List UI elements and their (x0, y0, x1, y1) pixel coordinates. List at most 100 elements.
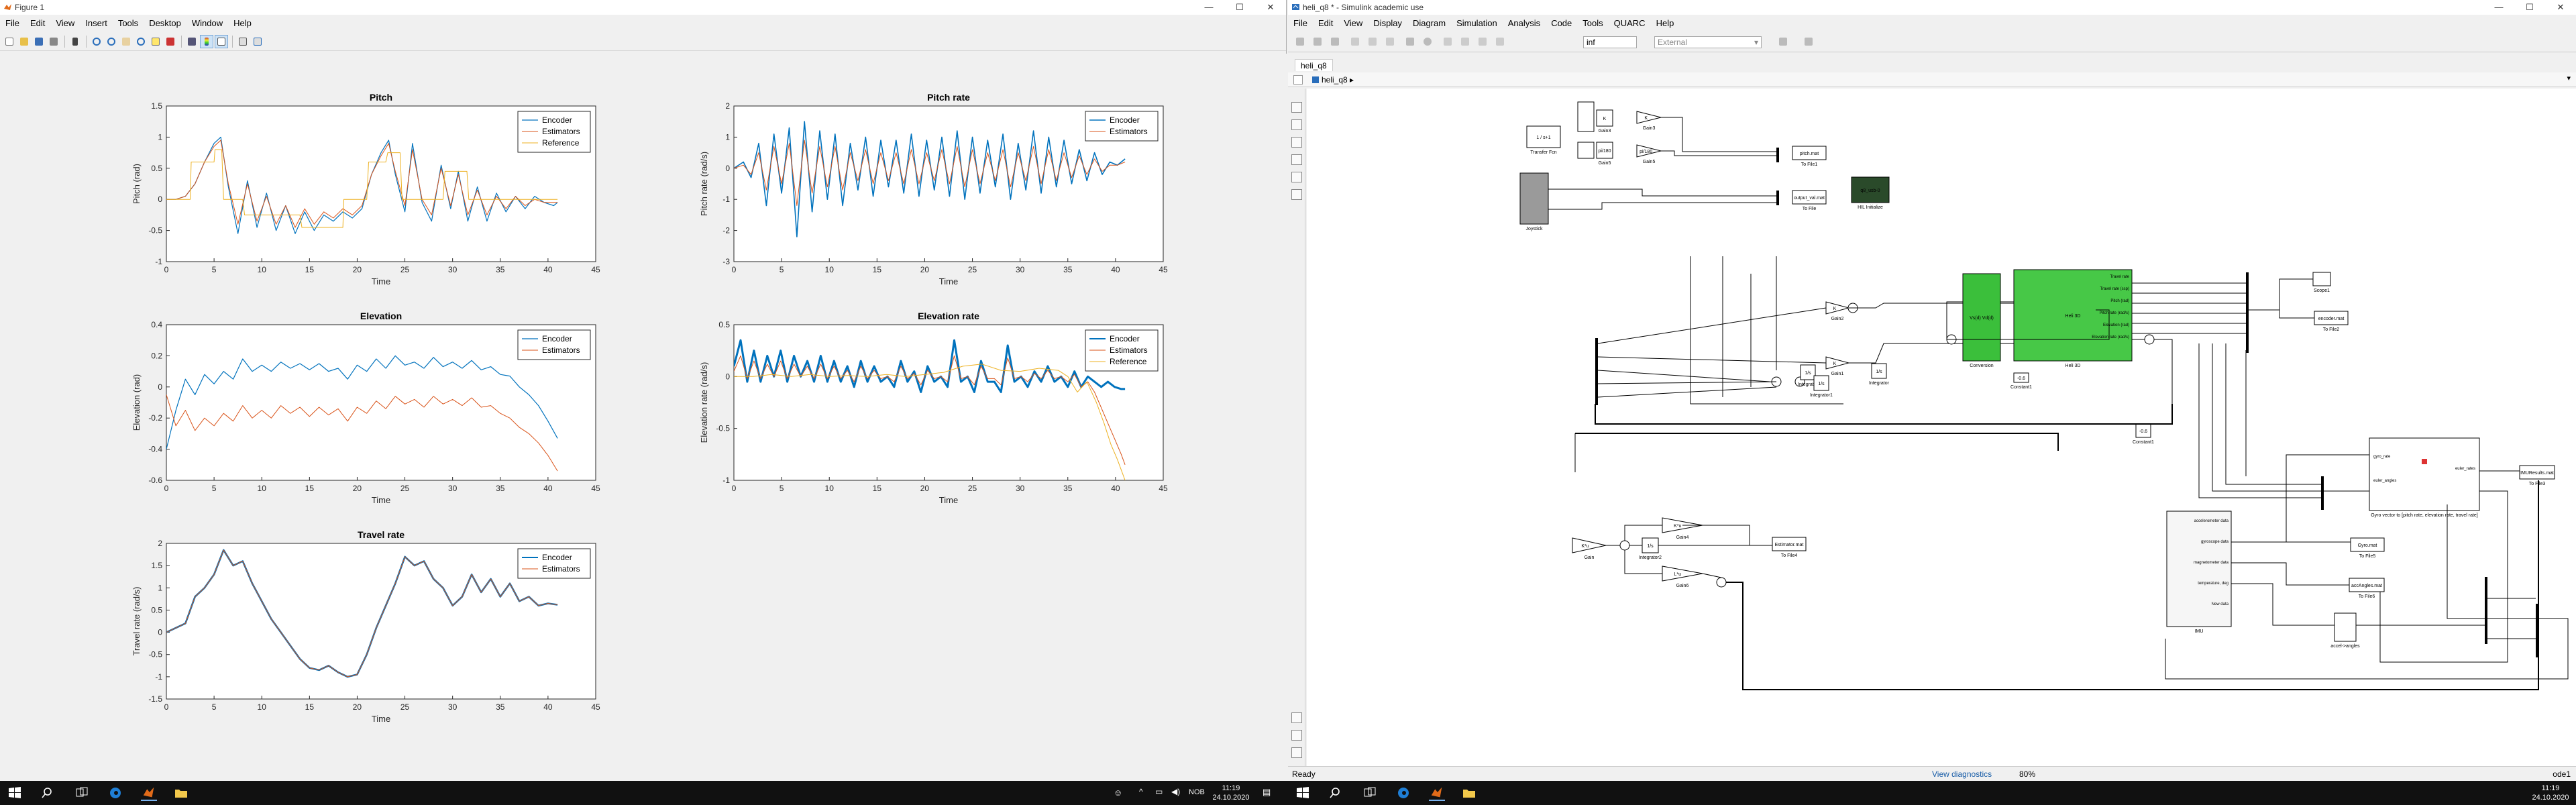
block-tf[interactable]: 1 / s+1 Transfer Fcn (1526, 125, 1561, 155)
block-gain5[interactable]: pi/180 Gain5 (1596, 142, 1613, 166)
windows-start-icon[interactable] (7, 785, 23, 801)
tray-chevron-up-icon[interactable]: ^ (1139, 787, 1143, 796)
sl-build-button[interactable] (1776, 35, 1790, 48)
block-gain5[interactable]: pi/180 Gain5 (1636, 144, 1662, 164)
explorer-bar-icon[interactable] (1291, 730, 1302, 741)
image-icon[interactable] (1291, 172, 1302, 182)
menu-desktop[interactable]: Desktop (144, 16, 186, 31)
link-plot-button[interactable] (185, 35, 199, 48)
sl-open-button[interactable] (1311, 35, 1324, 48)
collapse-icon[interactable] (1291, 747, 1302, 758)
sl-menu-diagram[interactable]: Diagram (1407, 16, 1451, 31)
block-integrator2[interactable]: 1/s Integrator2 (1639, 537, 1662, 560)
menu-tools[interactable]: Tools (113, 16, 144, 31)
sl-config-button[interactable] (1421, 35, 1434, 48)
sl-menu-help[interactable]: Help (1651, 16, 1680, 31)
sl-menu-display[interactable]: Display (1368, 16, 1407, 31)
sl-menu-quarc[interactable]: QUARC (1609, 16, 1651, 31)
block-gain3[interactable]: K Gain3 (1636, 111, 1662, 131)
matlab-taskbar-icon-right[interactable] (1429, 785, 1445, 801)
block-joystick[interactable]: Joystick (1519, 172, 1549, 231)
block-constant[interactable]: -0.6 Constant1 (2010, 372, 2032, 390)
sl-step-back-button[interactable] (1441, 35, 1454, 48)
area-icon[interactable] (1291, 189, 1302, 200)
block-scope[interactable]: Scope1 (2312, 272, 2331, 293)
edit-plot-button[interactable] (68, 35, 82, 48)
brush-button[interactable] (164, 35, 177, 48)
simulation-mode-select[interactable]: External ▾ (1654, 36, 1762, 48)
rotate-button[interactable] (134, 35, 148, 48)
input-language[interactable]: NOB (1189, 788, 1205, 796)
insert-legend-button[interactable] (215, 35, 228, 48)
notifications-icon[interactable]: ▤ (1263, 787, 1271, 798)
windows-start-icon-right[interactable] (1295, 785, 1311, 801)
block-gain3[interactable]: K Gain3 (1596, 109, 1613, 133)
block-conv[interactable]: Vs(d) Vd(d) Conversion (1962, 273, 2001, 368)
file-explorer-icon[interactable] (173, 785, 189, 801)
block-tofile4[interactable]: Estimator.mat To File4 (1772, 537, 1807, 558)
const-block[interactable] (1577, 101, 1595, 132)
data-cursor-button[interactable] (149, 35, 162, 48)
network-icon[interactable]: ▭ (1155, 787, 1163, 796)
people-icon[interactable]: ☺ (1114, 788, 1122, 798)
block-tofile3[interactable]: IMUResults.mat To File3 (2519, 465, 2555, 486)
sl-back-button[interactable] (1348, 35, 1362, 48)
hide-plot-tools-button[interactable] (236, 35, 250, 48)
sl-forward-button[interactable] (1366, 35, 1379, 48)
figure-minimize-button[interactable]: — (1193, 0, 1224, 15)
sl-menu-edit[interactable]: Edit (1313, 16, 1338, 31)
block-accel[interactable]: accel->angles (2330, 612, 2360, 649)
taskbar-clock-left[interactable]: 11:19 24.10.2020 (1208, 784, 1254, 802)
sl-library-button[interactable] (1403, 35, 1417, 48)
menu-view[interactable]: View (50, 16, 80, 31)
block-hil[interactable]: q8_usb-0 HIL Initialize (1851, 176, 1890, 210)
print-button[interactable] (47, 35, 60, 48)
sl-run-button[interactable] (1458, 35, 1472, 48)
arrow-icon[interactable] (1291, 137, 1302, 148)
zoom-out-button[interactable] (105, 35, 118, 48)
block-tofile6[interactable]: accAngles.mat To File6 (2349, 578, 2385, 599)
menu-help[interactable]: Help (228, 16, 257, 31)
switch-block[interactable] (1577, 142, 1595, 159)
block-gain6[interactable]: L*u Gain6 (1662, 566, 1703, 588)
sl-model-advisor-button[interactable] (1802, 35, 1815, 48)
block-gain[interactable]: K*u Gain (1572, 537, 1607, 560)
pan-button[interactable] (119, 35, 133, 48)
block-gain4[interactable]: K*u Gain4 (1662, 517, 1703, 540)
simulink-maximize-button[interactable]: ☐ (2514, 0, 2545, 15)
taskbar-clock-right[interactable]: 11:19 24.10.2020 (2529, 784, 2572, 802)
sl-menu-view[interactable]: View (1338, 16, 1368, 31)
model-canvas[interactable]: 1 / s+1 Transfer Fcn K Gain3 pi/180 Gain5 K Gai… (1307, 89, 2576, 770)
block-gain2[interactable]: K Gain2 (1825, 301, 1850, 321)
sl-menu-tools[interactable]: Tools (1577, 16, 1608, 31)
save-button[interactable] (32, 35, 46, 48)
new-figure-button[interactable] (3, 35, 16, 48)
tab-heli-q8[interactable]: heli_q8 (1295, 59, 1333, 71)
task-view-icon[interactable] (74, 785, 90, 801)
insert-colorbar-button[interactable] (200, 35, 213, 48)
edge-browser-icon[interactable] (107, 785, 123, 801)
sum-block[interactable] (1619, 540, 1630, 551)
fit-view-icon[interactable] (1291, 119, 1302, 130)
sl-menu-analysis[interactable]: Analysis (1503, 16, 1546, 31)
simulink-close-button[interactable]: ✕ (2545, 0, 2576, 15)
sl-menu-simulation[interactable]: Simulation (1451, 16, 1503, 31)
zoom-in-button[interactable] (90, 35, 103, 48)
block-tofile2[interactable]: encoder.mat To File2 (2314, 311, 2349, 332)
breadcrumb[interactable]: heli_q8 ▸ (1308, 74, 1358, 86)
sum-block[interactable] (2144, 334, 2155, 345)
block-topitch[interactable]: pitch.mat To File1 (1792, 146, 1827, 167)
block-gyro[interactable]: Gyro vector to [pitch rate, elevation ra… (2369, 437, 2480, 518)
sl-step-forward-button[interactable] (1476, 35, 1489, 48)
sl-menu-code[interactable]: Code (1546, 16, 1577, 31)
file-explorer-icon-right[interactable] (1461, 785, 1477, 801)
show-plot-tools-button[interactable] (251, 35, 264, 48)
matlab-taskbar-icon[interactable] (141, 785, 157, 801)
simulink-minimize-button[interactable]: — (2483, 0, 2514, 15)
search-icon[interactable] (40, 785, 56, 801)
block-tofile5[interactable]: Gyro.mat To File5 (2350, 537, 2385, 559)
view-diagnostics-link[interactable]: View diagnostics (1932, 767, 1992, 782)
sl-save-button[interactable] (1328, 35, 1342, 48)
edge-browser-icon-right[interactable] (1395, 785, 1411, 801)
figure-close-button[interactable]: ✕ (1255, 0, 1286, 15)
